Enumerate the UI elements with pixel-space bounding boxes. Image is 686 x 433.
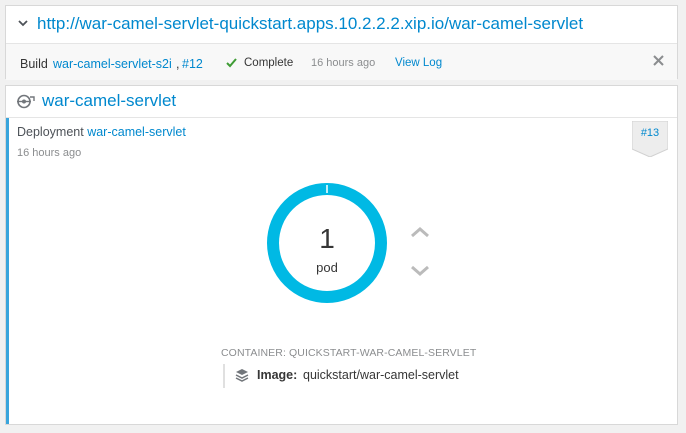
- deployment-timestamp: 16 hours ago: [17, 147, 82, 159]
- deployment-name-link[interactable]: war-camel-servlet: [87, 125, 186, 139]
- build-separator: ,: [176, 57, 180, 71]
- deployment-card: war-camel-servlet Deployment war-camel-s…: [5, 85, 678, 425]
- deployment-number-badge[interactable]: #13: [634, 127, 666, 139]
- close-icon[interactable]: [652, 54, 665, 67]
- pod-count: 1: [319, 223, 335, 254]
- check-icon: [226, 58, 237, 68]
- route-build-card: http://war-camel-servlet-quickstart.apps…: [5, 5, 678, 80]
- deployment-title: Deployment war-camel-servlet: [17, 125, 186, 139]
- image-key-label: Image:: [257, 368, 298, 382]
- container-image-row: Image: quickstart/war-camel-servlet: [223, 364, 523, 388]
- image-value: quickstart/war-camel-servlet: [303, 368, 459, 382]
- chevron-down-icon[interactable]: [409, 264, 431, 278]
- chevron-up-icon[interactable]: [409, 225, 431, 239]
- build-status-text: Complete: [244, 57, 294, 69]
- pod-label: pod: [316, 260, 338, 275]
- view-log-link[interactable]: View Log: [395, 57, 442, 69]
- build-timestamp: 16 hours ago: [311, 57, 376, 69]
- build-number-link[interactable]: #12: [182, 57, 203, 71]
- build-config-link[interactable]: war-camel-servlet-s2i: [53, 57, 172, 71]
- route-url-link[interactable]: http://war-camel-servlet-quickstart.apps…: [37, 14, 583, 34]
- service-name-link[interactable]: war-camel-servlet: [42, 91, 176, 111]
- route-row: http://war-camel-servlet-quickstart.apps…: [6, 6, 677, 44]
- deployment-label: Deployment: [17, 125, 84, 139]
- build-status-row: Build war-camel-servlet-s2i , #12 Comple…: [6, 44, 677, 80]
- chevron-down-icon[interactable]: [17, 17, 29, 29]
- layers-icon: [235, 369, 249, 382]
- container-name-label: CONTAINER: QUICKSTART-WAR-CAMEL-SERVLET: [221, 347, 477, 359]
- service-header: war-camel-servlet: [6, 86, 677, 118]
- service-icon: [17, 94, 35, 109]
- build-prefix-label: Build: [20, 57, 48, 71]
- deployment-body: Deployment war-camel-servlet 16 hours ag…: [6, 118, 677, 424]
